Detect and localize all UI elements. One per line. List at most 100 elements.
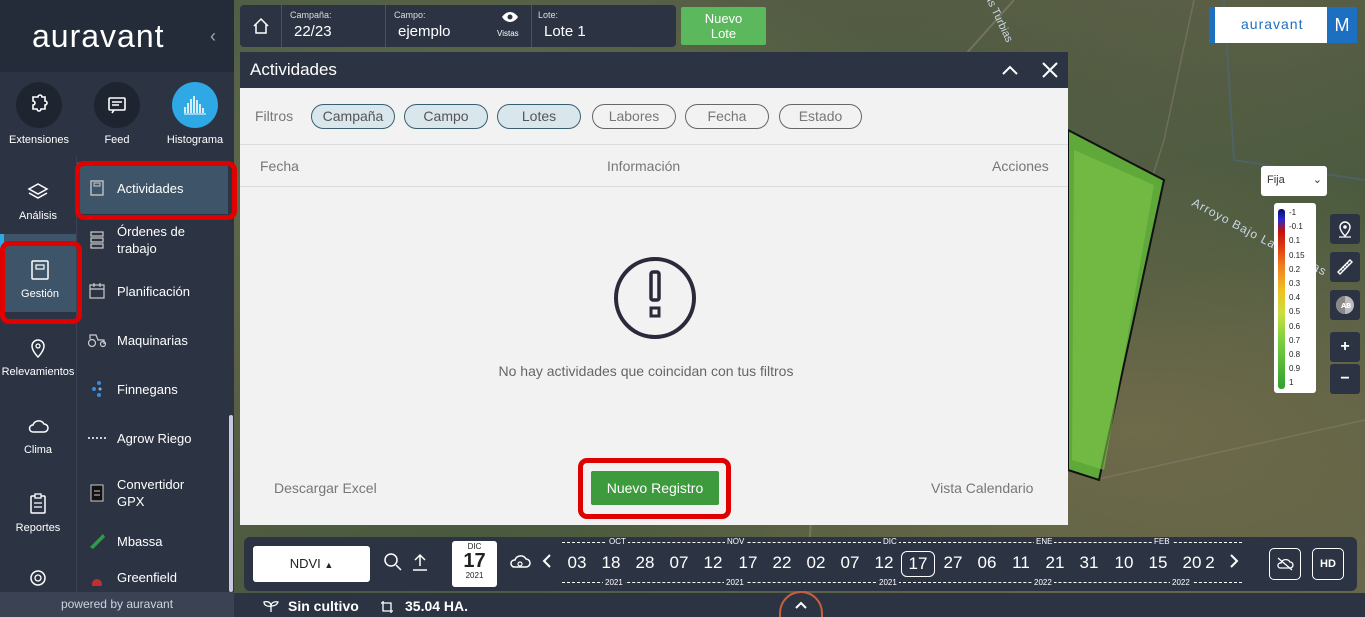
category-reportes[interactable]: Reportes (0, 468, 76, 546)
timeline-date[interactable]: 17 (731, 551, 765, 575)
cloud-toggle-button[interactable] (1269, 548, 1301, 580)
filter-chip-fecha[interactable]: Fecha (685, 104, 769, 129)
histograma-button[interactable]: Histograma (156, 82, 234, 146)
timeline-bottom-line (562, 582, 1242, 583)
chevron-left-icon[interactable]: ‹ (210, 26, 216, 47)
area-value: 35.04 HA. (405, 598, 469, 614)
filter-chip-campo[interactable]: Campo (404, 104, 488, 129)
legend-value: -1 (1289, 208, 1297, 217)
mode-select[interactable]: Fija ⌄ (1261, 166, 1327, 196)
home-button[interactable] (240, 5, 282, 47)
hd-button[interactable]: HD (1312, 548, 1344, 580)
zoom-in-button[interactable]: + (1330, 332, 1360, 362)
category-support[interactable] (0, 546, 76, 592)
compare-button[interactable]: AB (1330, 290, 1360, 320)
measure-button[interactable] (1330, 252, 1360, 282)
timeline-date[interactable]: 12 (867, 551, 901, 575)
chevron-up-icon (795, 601, 807, 609)
legend-value: 0.4 (1289, 293, 1301, 303)
extensiones-button[interactable]: Extensiones (0, 82, 78, 146)
timeline-month: DIC (881, 537, 899, 546)
submenu-actividades[interactable]: Actividades (77, 162, 229, 214)
legend-value: 0.2 (1289, 264, 1301, 274)
timeline-date[interactable]: 15 (1141, 551, 1175, 575)
timeline-year: 2021 (724, 578, 746, 587)
timeline-date[interactable]: 28 (628, 551, 662, 575)
user-avatar[interactable]: M (1327, 7, 1357, 43)
timeline-date[interactable]: 02 (799, 551, 833, 575)
feed-button[interactable]: Feed (78, 82, 156, 146)
timeline-date[interactable]: 22 (765, 551, 799, 575)
submenu-greenfield[interactable]: Greenfield (77, 570, 229, 592)
filter-chip-estado[interactable]: Estado (779, 104, 862, 129)
legend-value: -0.1 (1289, 222, 1303, 232)
category-relevamientos[interactable]: Relevamientos (0, 312, 76, 390)
filter-chip-lotes[interactable]: Lotes (497, 104, 581, 129)
nuevo-lote-button[interactable]: Nuevo Lote (681, 7, 766, 45)
calendar-view-link[interactable]: Vista Calendario (931, 480, 1033, 496)
category-gestion[interactable]: Gestión (0, 234, 76, 312)
collapse-modal-button[interactable] (996, 56, 1024, 84)
timeline-date[interactable]: 18 (594, 551, 628, 575)
timeline-prev-button[interactable] (542, 553, 552, 574)
current-date[interactable]: DIC 17 2021 (452, 541, 497, 587)
filter-chip-labores[interactable]: Labores (592, 104, 676, 129)
new-record-button[interactable]: Nuevo Registro (591, 471, 719, 505)
cloud-icon (28, 420, 49, 433)
submenu-finnegans[interactable]: Finnegans (77, 372, 229, 406)
submenu-label: Convertidor GPX (117, 477, 185, 509)
submenu-label: Actividades (117, 180, 184, 196)
timeline-next-button[interactable] (1229, 553, 1239, 574)
timeline-date[interactable]: 10 (1107, 551, 1141, 575)
category-label: Relevamientos (1, 366, 75, 378)
timeline-date[interactable]: 11 (1004, 551, 1038, 575)
logo: auravant (32, 18, 165, 54)
submenu-mbassa[interactable]: Mbassa (77, 524, 229, 558)
timeline-date[interactable]: 17 (901, 551, 935, 577)
timeline-date[interactable]: 31 (1072, 551, 1106, 575)
timeline-date[interactable]: 27 (936, 551, 970, 575)
close-modal-button[interactable] (1036, 56, 1064, 84)
filter-chip-campana[interactable]: Campaña (311, 104, 395, 129)
chevron-down-icon: ⌄ (1312, 174, 1322, 186)
mode-select-value: Fija (1267, 174, 1285, 186)
search-button[interactable] (383, 552, 403, 577)
mbassa-icon (90, 534, 105, 549)
timeline-date[interactable]: 12 (696, 551, 730, 575)
timeline-top-line (562, 542, 1242, 543)
category-analisis[interactable]: Análisis (0, 156, 76, 234)
legend-value: 0.3 (1289, 279, 1301, 288)
submenu-planificacion[interactable]: Planificación (77, 274, 229, 308)
lote-selector[interactable]: Lote: Lote 1 (538, 5, 668, 47)
index-select[interactable]: NDVI ▲ (253, 546, 370, 582)
submenu-convertidor-gpx[interactable]: Convertidor GPX (77, 472, 229, 514)
upload-button[interactable] (410, 552, 430, 577)
campo-value: ejemplo (398, 23, 451, 40)
submenu-label: Finnegans (117, 381, 178, 397)
campo-selector[interactable]: Campo: ejemplo (394, 5, 494, 47)
timeline-date[interactable]: 07 (833, 551, 867, 575)
timeline-date[interactable]: 2 (1204, 551, 1216, 575)
timeline-date[interactable]: 07 (662, 551, 696, 575)
download-excel-link[interactable]: Descargar Excel (274, 480, 377, 496)
timeline-date[interactable]: 06 (970, 551, 1004, 575)
legend-gradient (1278, 209, 1285, 389)
nuevo-lote-line1: Nuevo (704, 11, 743, 26)
zoom-out-button[interactable]: − (1330, 364, 1360, 394)
vistas-button[interactable]: Vistas (496, 5, 526, 47)
category-label: Clima (23, 444, 53, 456)
category-clima[interactable]: Clima (0, 390, 76, 468)
locate-button[interactable] (1330, 214, 1360, 244)
campana-selector[interactable]: Campaña: 22/23 (290, 5, 384, 47)
submenu-ordenes[interactable]: Órdenes de trabajo (77, 218, 229, 262)
gpx-file-icon (90, 484, 104, 502)
bottom-toolbar: NDVI ▲ DIC 17 2021 OCT NOV DIC ENE FEB 2021 2… (244, 537, 1357, 591)
upload-icon (413, 553, 427, 571)
timeline-date[interactable]: 21 (1038, 551, 1072, 575)
submenu-maquinarias[interactable]: Maquinarias (77, 323, 229, 357)
submenu-agrow-riego[interactable]: Agrow Riego (77, 421, 229, 455)
submenu-scroll-thumb[interactable] (229, 415, 233, 592)
timeline-date[interactable]: 03 (560, 551, 594, 575)
cloud-filter-button[interactable] (508, 552, 532, 577)
category-label: Análisis (19, 210, 57, 222)
